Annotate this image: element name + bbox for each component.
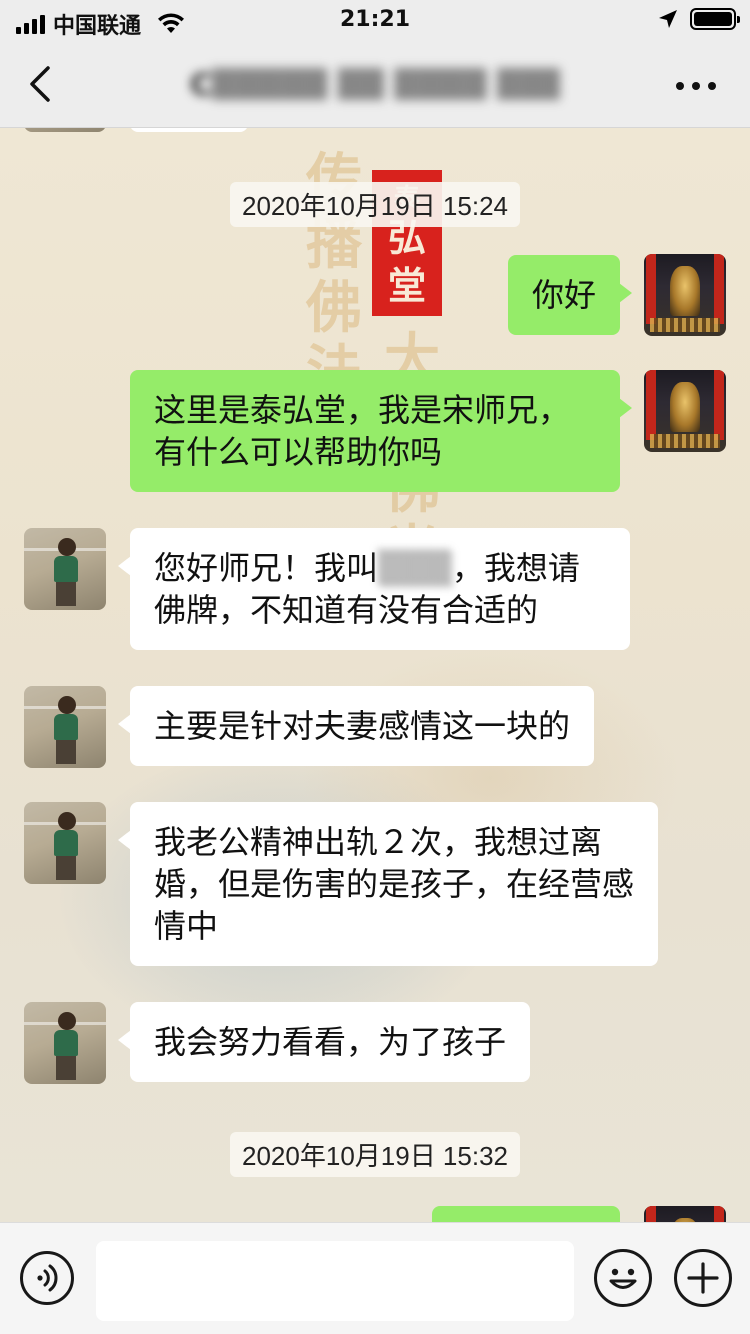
avatar[interactable] [24,686,106,768]
avatar[interactable] [644,254,726,336]
chat-area[interactable]: 传播佛法 大好佛光法 泰 弘 堂 2020年10月19日 15:24 你好 这里… [0,128,750,1222]
status-bar: 中国联通 21:21 [0,0,750,40]
message-text: 这里是泰弘堂，我是宋师兄，有什么可以帮助你吗 [154,391,571,471]
message-bubble-received[interactable]: 我会努力看看，为了孩子 [117,1002,531,1082]
location-icon [659,10,677,28]
status-time: 21:21 [339,7,411,32]
message-bubble-received[interactable]: 您好师兄！我叫▒▒▒，我想请佛牌，不知道有没有合适的 [118,528,630,650]
timestamp: 2020年10月19日 15:32 [0,1132,750,1177]
input-bar [0,1222,750,1334]
more-dots-icon[interactable] [676,80,720,92]
chat-title: C▒▒▒▒▒ ▒▒ ▒▒▒▒ ▒▒▒▒▒▒▒▒ [190,68,560,100]
message-bubble-sent[interactable]: 你好 [507,255,633,335]
message-text: 主要是针对夫妻感情这一块的 [154,707,571,745]
message-text: 我老公精神出轨２次，我想过离婚，但是伤害的是孩子，在经营感情中 [154,823,635,945]
timestamp-text: 2020年10月19日 15:24 [230,182,520,227]
message-bubble-sent[interactable] [432,1206,620,1222]
plus-icon[interactable] [674,1249,732,1307]
avatar[interactable] [24,802,106,884]
seal-char: 堂 [387,263,426,308]
message-bubble[interactable] [130,128,248,132]
avatar[interactable] [24,128,106,132]
status-right [658,8,740,30]
message-text: 我会努力看看，为了孩子 [154,1023,507,1061]
avatar[interactable] [644,1206,726,1222]
avatar[interactable] [644,370,726,452]
message-text: 你好 [531,276,596,314]
voice-icon[interactable] [20,1251,74,1305]
message-bubble-sent[interactable]: 这里是泰弘堂，我是宋师兄，有什么可以帮助你吗 [130,370,632,492]
message-bubble-received[interactable]: 我老公精神出轨２次，我想过离婚，但是伤害的是孩子，在经营感情中 [118,802,658,966]
avatar[interactable] [24,528,106,610]
timestamp: 2020年10月19日 15:24 [0,182,750,227]
redacted-name: ▒▒▒ [378,549,452,587]
back-arrow-icon[interactable] [22,64,62,104]
message-text: 您好师兄！我叫 [154,549,379,587]
nav-bar: C▒▒▒▒▒ ▒▒ ▒▒▒▒ ▒▒▒▒▒▒▒▒ [0,40,750,128]
avatar[interactable] [24,1002,106,1084]
message-input[interactable] [96,1241,574,1321]
emoji-icon[interactable] [594,1249,652,1307]
timestamp-text: 2020年10月19日 15:32 [230,1132,520,1177]
message-bubble-received[interactable]: 主要是针对夫妻感情这一块的 [117,686,595,766]
battery-icon [690,8,740,30]
